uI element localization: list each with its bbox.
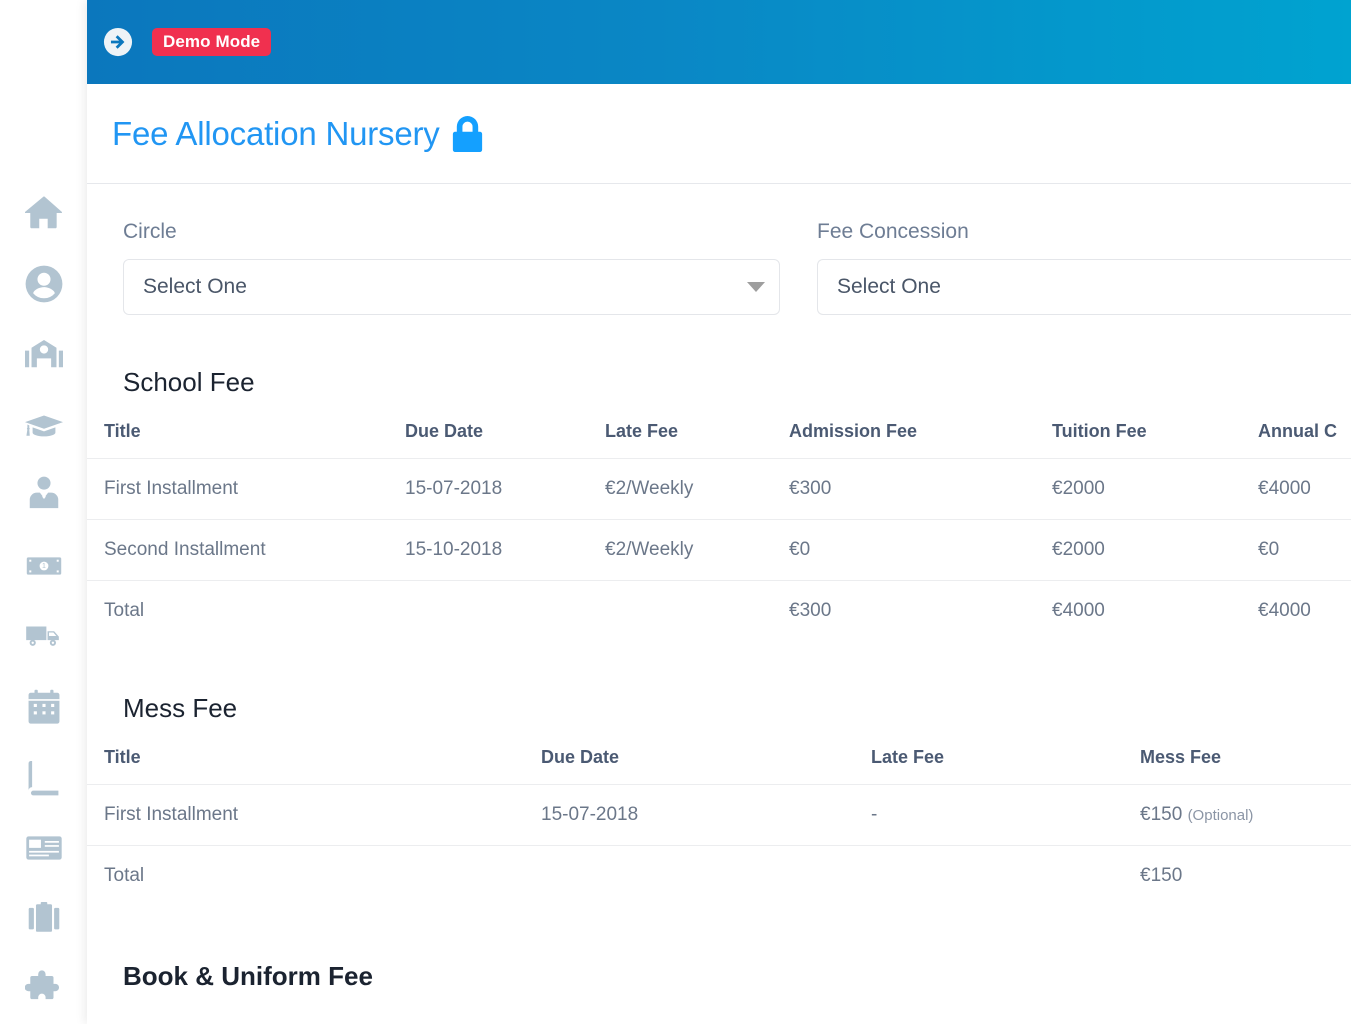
cell-total-label: Total <box>87 580 405 641</box>
mess-fee-section: Mess Fee Title Due Date Late Fee Mess Fe… <box>87 693 1351 906</box>
user-circle-icon <box>25 265 63 303</box>
cell-total-due-date <box>541 845 871 906</box>
cell-title: First Installment <box>87 458 405 520</box>
truck-icon <box>25 617 63 655</box>
fee-concession-select[interactable]: Select One <box>817 259 1351 315</box>
puzzle-piece-icon <box>24 970 63 1008</box>
cell-total-annual-charges: €4000 <box>1258 580 1351 641</box>
sidebar-item-calendar[interactable] <box>16 672 72 743</box>
school-fee-table: Title Due Date Late Fee Admission Fee Tu… <box>87 421 1351 641</box>
sidebar-item-library[interactable] <box>16 742 72 813</box>
app-root: 1 Demo Mode Fee Allocation Nursery Circl… <box>0 0 1351 1024</box>
cell-total-late-fee <box>605 580 789 641</box>
cell-tuition-fee: €2000 <box>1052 519 1258 581</box>
sidebar-item-addons[interactable] <box>16 954 72 1024</box>
table-row: First Installment 15-07-2018 - €150 (Opt… <box>87 784 1351 846</box>
cell-admission-fee: €0 <box>789 519 1052 581</box>
employee-tie-icon <box>25 476 63 514</box>
sidebar-item-inventory[interactable] <box>16 883 72 954</box>
table-header-row: Title Due Date Late Fee Admission Fee Tu… <box>87 421 1351 459</box>
column-header-due-date: Due Date <box>541 747 620 767</box>
home-icon <box>24 194 63 232</box>
sidebar-item-transport[interactable] <box>16 601 72 672</box>
column-header-annual-charges: Annual C <box>1258 421 1337 441</box>
book-uniform-fee-title: Book & Uniform Fee <box>123 961 373 991</box>
cell-title: First Installment <box>87 784 541 846</box>
cell-late-fee: - <box>871 784 1140 846</box>
page-title-row: Fee Allocation Nursery <box>87 84 1351 184</box>
circle-select-value: Select One <box>143 275 247 298</box>
cell-total-label: Total <box>87 845 541 906</box>
cell-total-admission-fee: €300 <box>789 580 1052 641</box>
column-header-due-date: Due Date <box>405 421 484 441</box>
column-header-admission-fee: Admission Fee <box>789 421 918 441</box>
cell-total-tuition-fee: €4000 <box>1052 580 1258 641</box>
circle-label: Circle <box>123 220 177 243</box>
id-card-icon <box>25 829 63 867</box>
table-row: Second Installment 15-10-2018 €2/Weekly … <box>87 519 1351 581</box>
cell-admission-fee: €300 <box>789 458 1052 520</box>
cell-mess-fee-amount: €150 <box>1140 804 1183 825</box>
cell-late-fee: €2/Weekly <box>605 458 789 520</box>
arrow-circle-right-icon[interactable] <box>102 26 134 58</box>
top-bar: Demo Mode <box>87 0 1351 84</box>
cell-total-mess-fee: €150 <box>1140 845 1351 906</box>
column-header-title: Title <box>104 421 141 441</box>
school-fee-title: School Fee <box>123 367 255 397</box>
cell-late-fee: €2/Weekly <box>605 519 789 581</box>
mess-fee-table: Title Due Date Late Fee Mess Fee First I… <box>87 747 1351 906</box>
cell-title: Second Installment <box>87 519 405 581</box>
cell-annual-charges: €0 <box>1258 519 1351 581</box>
school-building-icon <box>24 335 63 373</box>
filter-row: Circle Select One Fee Concession Select … <box>87 184 1351 315</box>
sidebar-item-finance[interactable]: 1 <box>16 531 72 602</box>
cell-due-date: 15-10-2018 <box>405 519 605 581</box>
column-header-title: Title <box>104 747 141 767</box>
fee-concession-label: Fee Concession <box>817 220 969 243</box>
table-row: First Installment 15-07-2018 €2/Weekly €… <box>87 458 1351 520</box>
table-total-row: Total €300 €4000 €4000 <box>87 580 1351 641</box>
table-header-row: Title Due Date Late Fee Mess Fee <box>87 747 1351 785</box>
column-header-tuition-fee: Tuition Fee <box>1052 421 1147 441</box>
mess-fee-title: Mess Fee <box>123 693 238 723</box>
cell-mess-fee-note: (Optional) <box>1187 807 1254 824</box>
sidebar-item-home[interactable] <box>16 178 72 249</box>
money-bill-icon: 1 <box>25 547 63 585</box>
sidebar-nav: 1 <box>0 0 87 1024</box>
cell-tuition-fee: €2000 <box>1052 458 1258 520</box>
sidebar-item-academics[interactable] <box>16 390 72 461</box>
cell-total-late-fee <box>871 845 1140 906</box>
chevron-down-icon <box>747 282 765 292</box>
main-panel: Demo Mode Fee Allocation Nursery Circle … <box>87 0 1351 1024</box>
sidebar-item-profile[interactable] <box>16 249 72 320</box>
lock-icon <box>451 115 484 152</box>
calendar-icon <box>25 688 63 726</box>
column-header-late-fee: Late Fee <box>871 747 945 767</box>
school-fee-section: School Fee Title Due Date Late Fee Admis… <box>87 367 1351 641</box>
circle-select[interactable]: Select One <box>123 259 780 315</box>
table-total-row: Total €150 <box>87 845 1351 906</box>
fee-concession-field: Fee Concession Select One <box>781 220 1351 315</box>
sidebar-item-id-cards[interactable] <box>16 813 72 884</box>
column-header-late-fee: Late Fee <box>605 421 679 441</box>
cell-due-date: 15-07-2018 <box>541 784 871 846</box>
svg-text:1: 1 <box>42 563 46 570</box>
column-header-mess-fee: Mess Fee <box>1140 747 1222 767</box>
cell-annual-charges: €4000 <box>1258 458 1351 520</box>
sidebar-item-school[interactable] <box>16 319 72 390</box>
sidebar-item-staff[interactable] <box>16 460 72 531</box>
fee-concession-select-value: Select One <box>837 275 941 298</box>
book-uniform-fee-section: Book & Uniform Fee <box>87 961 1351 992</box>
cell-total-due-date <box>405 580 605 641</box>
demo-mode-badge: Demo Mode <box>152 28 272 56</box>
book-icon <box>25 758 63 796</box>
page-title: Fee Allocation Nursery <box>112 114 440 152</box>
cell-mess-fee: €150 (Optional) <box>1140 784 1351 846</box>
circle-field: Circle Select One <box>87 220 781 315</box>
graduation-cap-icon <box>24 406 63 444</box>
briefcase-icon <box>25 899 63 937</box>
cell-due-date: 15-07-2018 <box>405 458 605 520</box>
